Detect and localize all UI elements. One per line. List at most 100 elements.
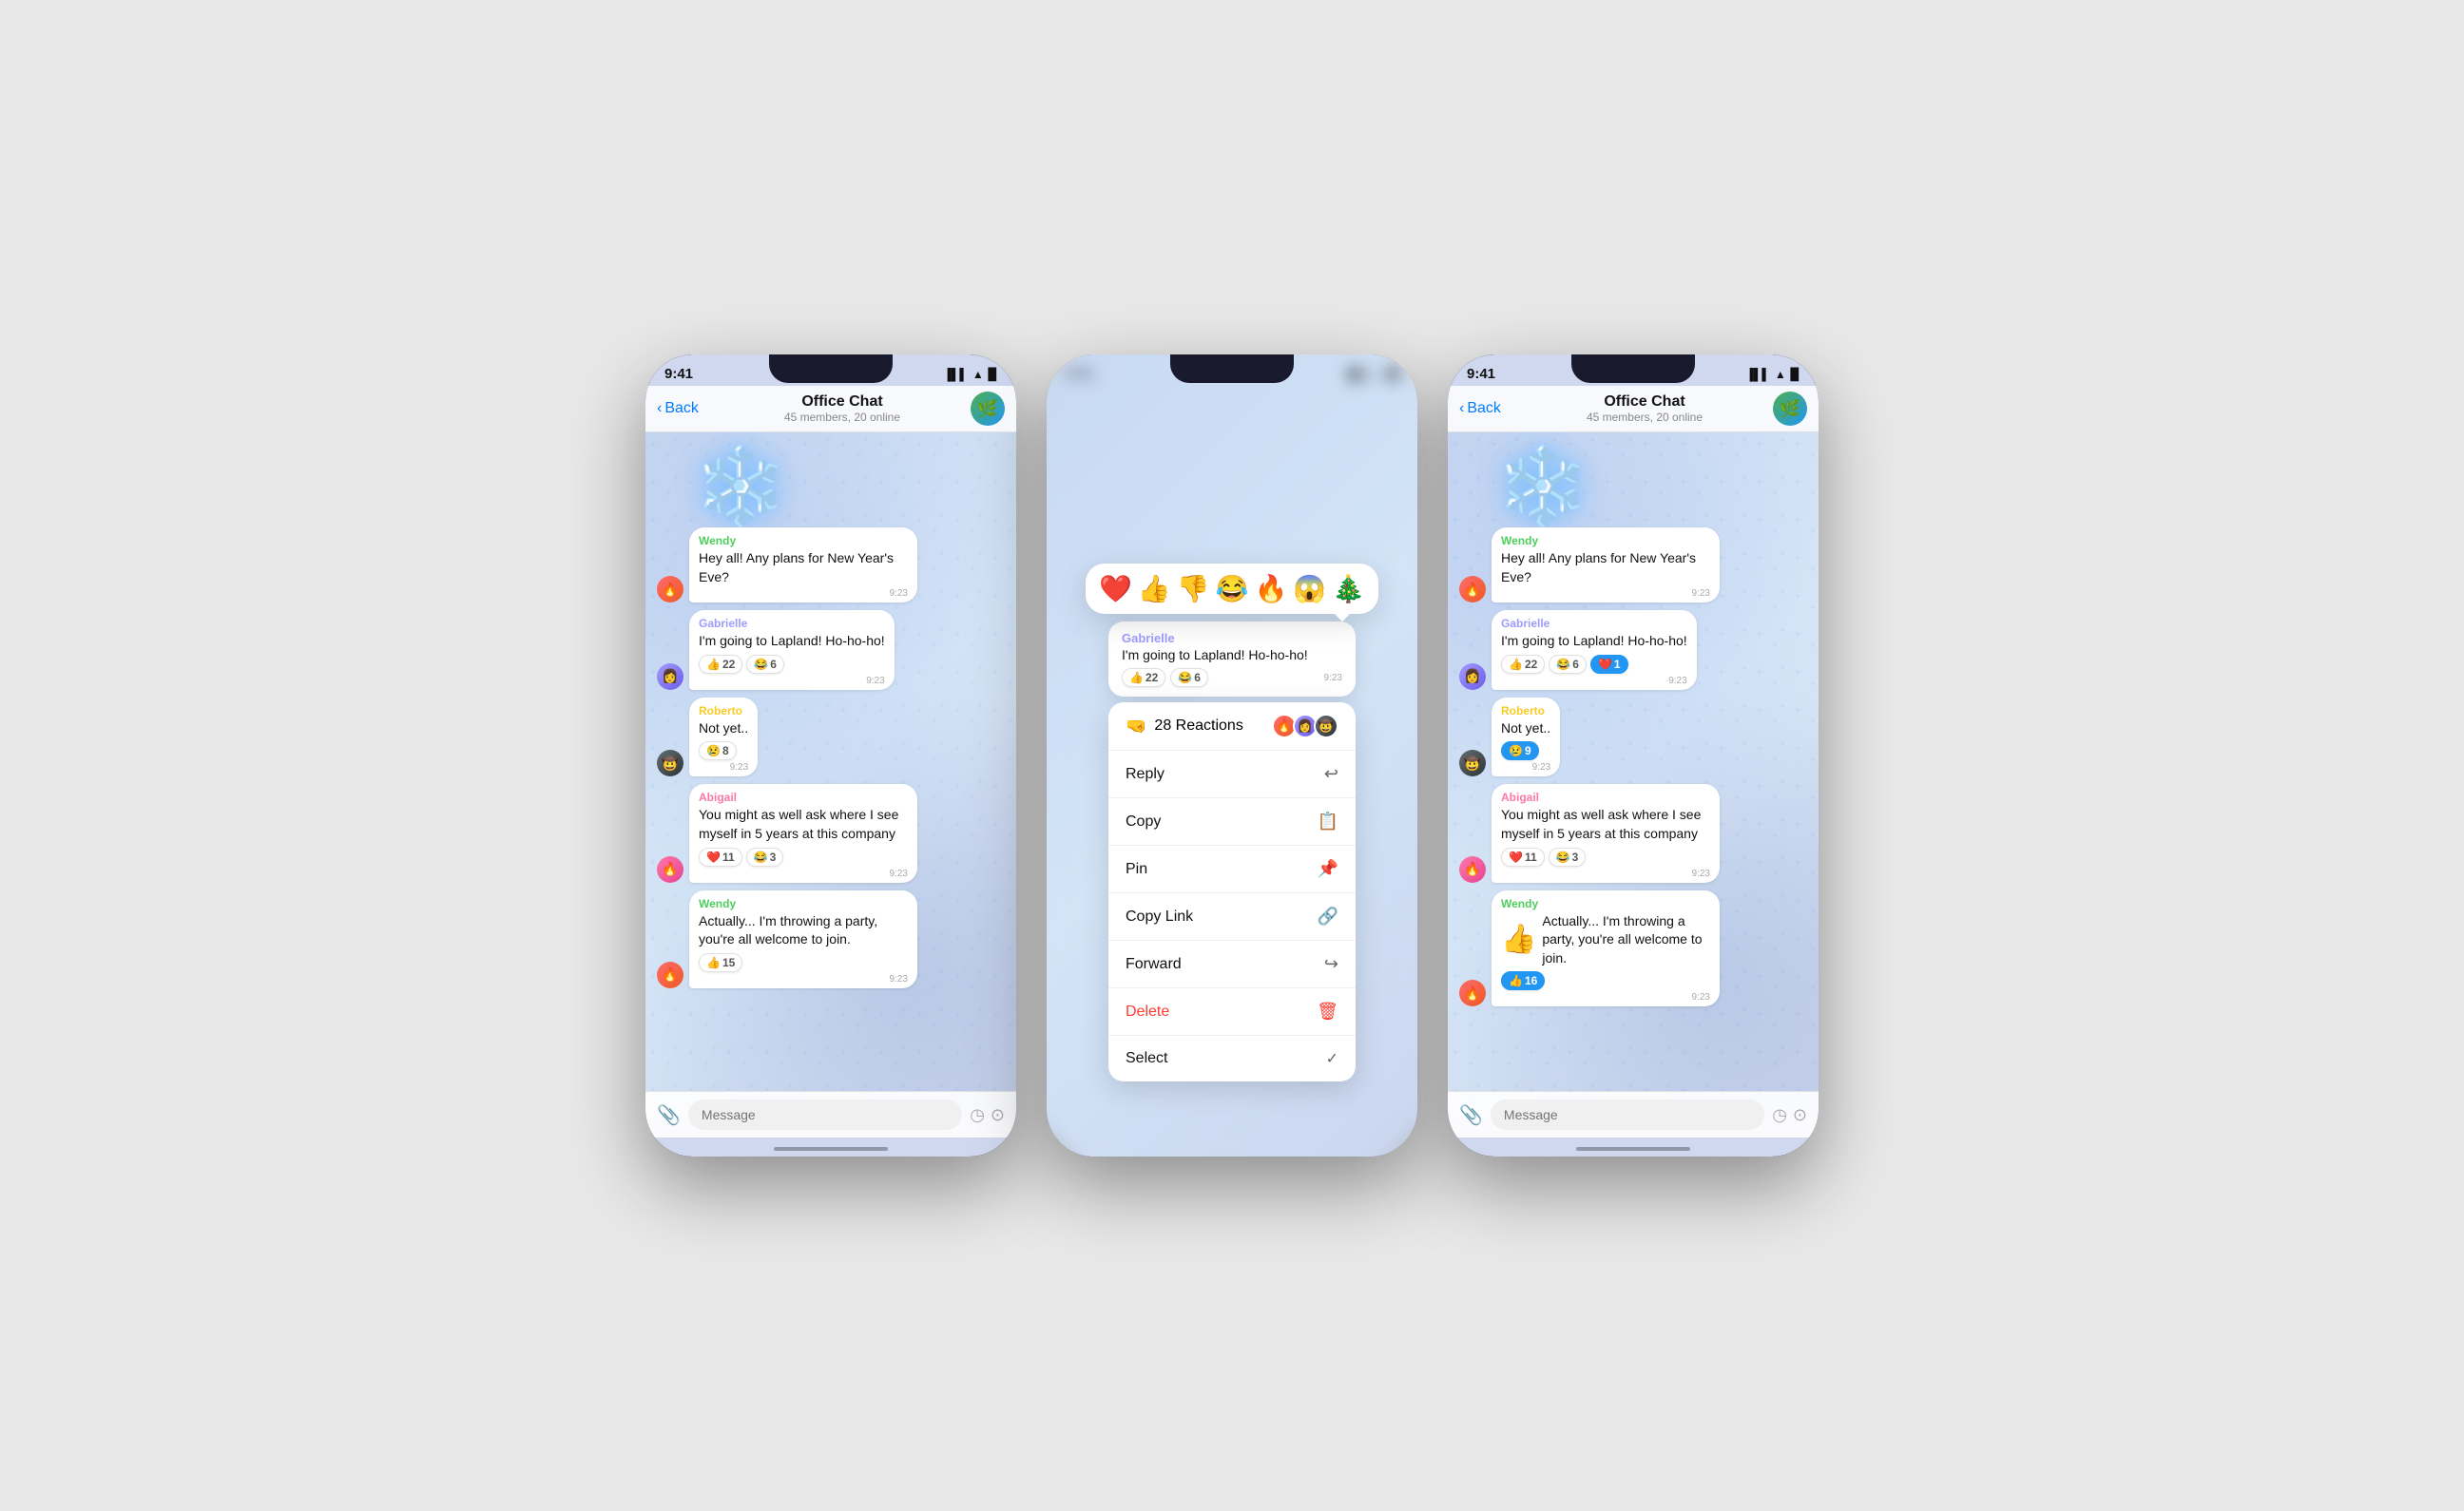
reactions-row: 👍22 😂6 bbox=[699, 655, 885, 674]
input-bar-1: 📎 ◷ ⊙ bbox=[645, 1091, 1016, 1138]
context-menu-delete[interactable]: Delete 🗑 bbox=[1108, 988, 1356, 1036]
sender-name: Roberto bbox=[1501, 704, 1550, 717]
reaction-badge-selected[interactable]: ❤️1 bbox=[1590, 655, 1628, 674]
input-right-icons: ◷ ⊙ bbox=[970, 1105, 1005, 1125]
chat-avatar-3[interactable]: 🌿 bbox=[1773, 392, 1807, 426]
context-menu-forward[interactable]: Forward ↪ bbox=[1108, 941, 1356, 988]
reaction-badge[interactable]: ❤️11 bbox=[1501, 848, 1545, 867]
message-time: 9:23 bbox=[699, 588, 908, 599]
attach-icon-3[interactable]: 📎 bbox=[1459, 1103, 1483, 1127]
sender-name: Wendy bbox=[699, 534, 908, 547]
message-input[interactable] bbox=[688, 1100, 962, 1130]
attach-icon[interactable]: 📎 bbox=[657, 1103, 681, 1127]
message-bubble[interactable]: Wendy 👍 Actually... I'm throwing a party… bbox=[1492, 890, 1720, 1007]
chat-bg-3: ❄️ 🔥 Wendy Hey all! Any plans for New Ye… bbox=[1448, 432, 1819, 1117]
emoji-fire[interactable]: 🔥 bbox=[1254, 573, 1287, 604]
chat-subtitle-1: 45 members, 20 online bbox=[714, 411, 971, 424]
message-input-3[interactable] bbox=[1491, 1100, 1764, 1130]
context-menu-copylink[interactable]: Copy Link 🔗 bbox=[1108, 893, 1356, 941]
back-button-1[interactable]: ‹ Back bbox=[657, 400, 714, 417]
sender-name: Roberto bbox=[699, 704, 748, 717]
reaction-badge[interactable]: 👍22 bbox=[699, 655, 742, 674]
home-indicator-1 bbox=[774, 1147, 888, 1151]
forward-icon: ↪ bbox=[1324, 954, 1338, 974]
message-time: 9:23 bbox=[699, 762, 748, 773]
message-bubble[interactable]: Roberto Not yet.. 😢8 9:23 bbox=[689, 698, 758, 777]
emoji-heart[interactable]: ❤️ bbox=[1099, 573, 1132, 604]
message-text: Actually... I'm throwing a party, you're… bbox=[1542, 912, 1710, 968]
context-menu-pin[interactable]: Pin 📌 bbox=[1108, 846, 1356, 893]
wifi-icon-3: ▲ bbox=[1775, 368, 1786, 381]
message-bubble[interactable]: Wendy Actually... I'm throwing a party, … bbox=[689, 890, 917, 988]
avatar: 🤠 bbox=[1459, 750, 1486, 776]
message-text: Actually... I'm throwing a party, you're… bbox=[699, 912, 908, 949]
reaction-badge[interactable]: 👍22 bbox=[1501, 655, 1545, 674]
reactions-label: 🤜 28 Reactions bbox=[1126, 717, 1243, 736]
context-menu-reply[interactable]: Reply ↩ bbox=[1108, 751, 1356, 798]
sender-name: Gabrielle bbox=[1501, 617, 1687, 630]
context-menu-select[interactable]: Select ✓ bbox=[1108, 1036, 1356, 1081]
pin-label: Pin bbox=[1126, 861, 1147, 878]
avatar: 🔥 bbox=[657, 576, 683, 602]
message-time: 9:23 bbox=[1501, 588, 1710, 599]
table-row: 🤠 Roberto Not yet.. 😢9 9:23 bbox=[1459, 698, 1807, 777]
message-bubble[interactable]: Roberto Not yet.. 😢9 9:23 bbox=[1492, 698, 1560, 777]
message-bubble[interactable]: Gabrielle I'm going to Lapland! Ho-ho-ho… bbox=[689, 610, 895, 690]
camera-icon[interactable]: ⊙ bbox=[991, 1105, 1005, 1125]
reaction-badge[interactable]: 😂3 bbox=[746, 848, 784, 867]
reaction-badge-context[interactable]: 👍22 bbox=[1122, 668, 1165, 687]
emoji-thumbsup[interactable]: 👍 bbox=[1138, 573, 1171, 604]
timer-icon[interactable]: ◷ bbox=[970, 1105, 985, 1125]
messages-3: 🔥 Wendy Hey all! Any plans for New Year'… bbox=[1448, 432, 1819, 1016]
back-button-3[interactable]: ‹ Back bbox=[1459, 400, 1516, 417]
avatar: 👩 bbox=[1459, 663, 1486, 690]
emoji-tree[interactable]: 🎄 bbox=[1332, 573, 1365, 604]
reaction-avatars: 🔥 👩 🤠 bbox=[1276, 714, 1338, 738]
reply-label: Reply bbox=[1126, 766, 1165, 783]
message-time: 9:23 bbox=[1501, 762, 1550, 773]
message-bubble[interactable]: Abigail You might as well ask where I se… bbox=[689, 784, 917, 882]
reaction-badge[interactable]: 😂6 bbox=[746, 655, 784, 674]
context-sender: Gabrielle bbox=[1122, 631, 1342, 645]
reactions-row: ❤️11 😂3 bbox=[1501, 848, 1710, 867]
notch-2 bbox=[1170, 354, 1294, 383]
nav-bar-3: ‹ Back Office Chat 45 members, 20 online… bbox=[1448, 386, 1819, 432]
nav-center-3: Office Chat 45 members, 20 online bbox=[1516, 393, 1773, 424]
reaction-badge[interactable]: ❤️11 bbox=[699, 848, 742, 867]
reaction-badge-selected[interactable]: 👍16 bbox=[1501, 971, 1545, 990]
reply-icon: ↩ bbox=[1324, 764, 1338, 784]
message-bubble[interactable]: Abigail You might as well ask where I se… bbox=[1492, 784, 1720, 882]
reaction-badge-context-2[interactable]: 😂6 bbox=[1170, 668, 1208, 687]
link-icon: 🔗 bbox=[1318, 907, 1338, 927]
emoji-thumbsdown[interactable]: 👎 bbox=[1177, 573, 1210, 604]
message-text: Not yet.. bbox=[699, 719, 748, 738]
forward-label: Forward bbox=[1126, 956, 1182, 973]
context-menu-copy[interactable]: Copy 📋 bbox=[1108, 798, 1356, 846]
emoji-laugh[interactable]: 😂 bbox=[1216, 573, 1249, 604]
reactions-header[interactable]: 🤜 28 Reactions 🔥 👩 🤠 bbox=[1108, 702, 1356, 751]
delete-icon: 🗑 bbox=[1317, 1002, 1338, 1022]
sender-name: Abigail bbox=[699, 791, 908, 804]
reaction-badge[interactable]: 😂3 bbox=[1549, 848, 1587, 867]
message-text: I'm going to Lapland! Ho-ho-ho! bbox=[1501, 632, 1687, 651]
avatar: 🔥 bbox=[1459, 576, 1486, 602]
delete-label: Delete bbox=[1126, 1004, 1169, 1021]
message-time: 9:23 bbox=[1501, 869, 1710, 879]
reaction-badge-selected[interactable]: 😢9 bbox=[1501, 741, 1539, 760]
message-text: Hey all! Any plans for New Year's Eve? bbox=[699, 549, 908, 586]
pin-icon: 📌 bbox=[1318, 859, 1338, 879]
reaction-badge[interactable]: 😂6 bbox=[1549, 655, 1587, 674]
chat-title-3: Office Chat bbox=[1516, 393, 1773, 411]
message-bubble[interactable]: Wendy Hey all! Any plans for New Year's … bbox=[689, 527, 917, 602]
message-time: 9:23 bbox=[1501, 676, 1687, 686]
message-bubble[interactable]: Wendy Hey all! Any plans for New Year's … bbox=[1492, 527, 1720, 602]
camera-icon-3[interactable]: ⊙ bbox=[1793, 1105, 1807, 1125]
message-bubble[interactable]: Gabrielle I'm going to Lapland! Ho-ho-ho… bbox=[1492, 610, 1697, 690]
reaction-badge[interactable]: 👍15 bbox=[699, 953, 742, 972]
timer-icon-3[interactable]: ◷ bbox=[1772, 1105, 1787, 1125]
chat-avatar-1[interactable]: 🌿 bbox=[971, 392, 1005, 426]
emoji-scared[interactable]: 😱 bbox=[1293, 573, 1326, 604]
reaction-badge[interactable]: 😢8 bbox=[699, 741, 737, 760]
sender-name: Abigail bbox=[1501, 791, 1710, 804]
home-indicator-3 bbox=[1576, 1147, 1690, 1151]
